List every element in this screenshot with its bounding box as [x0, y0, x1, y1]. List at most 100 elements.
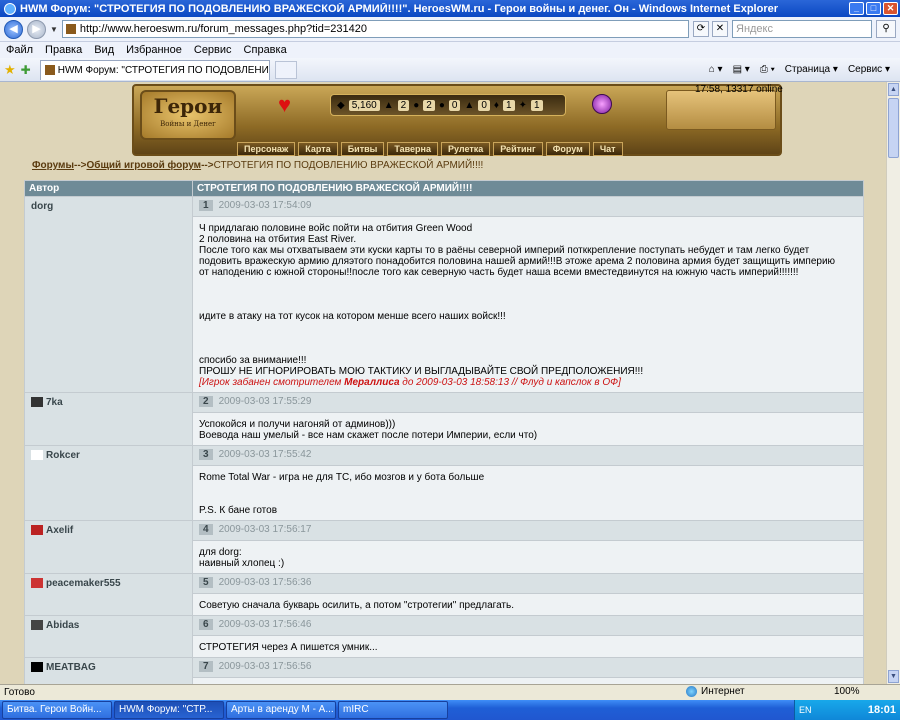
task-mirc[interactable]: mIRC: [338, 701, 448, 719]
security-zone: Интернет: [686, 686, 745, 697]
clan-icon[interactable]: [31, 662, 43, 673]
topic-column-header: СТРОТЕГИЯ ПО ПОДОВЛЕНИЮ ВРАЖЕСКОЙ АРМИЙ!…: [192, 180, 864, 197]
post-line: Советую сначала букварь осилить, а потом…: [199, 600, 514, 611]
forward-button[interactable]: ▶: [27, 19, 46, 39]
feeds-icon[interactable]: ▤ ▾: [733, 64, 750, 75]
post-author-name[interactable]: peacemaker555: [46, 578, 121, 589]
menu-favorites[interactable]: Избранное: [126, 44, 182, 56]
post-meta: 2 2009-03-03 17:55:29: [192, 392, 864, 413]
close-button[interactable]: ✕: [883, 2, 898, 15]
post-author-cell: MEATBAG: [24, 657, 193, 684]
task-forum[interactable]: HWM Форум: "СТР...: [114, 701, 224, 719]
post-number[interactable]: 5: [199, 577, 213, 588]
game-logo[interactable]: Герои Войны и Денег: [140, 90, 236, 140]
task-battle[interactable]: Битва. Герои Войн...: [2, 701, 112, 719]
post-number[interactable]: 1: [199, 200, 213, 211]
menu-help[interactable]: Справка: [244, 44, 287, 56]
post-number[interactable]: 6: [199, 619, 213, 630]
post-line: подовить вражескую армию дляэтого понадо…: [199, 256, 836, 267]
address-input[interactable]: http://www.heroeswm.ru/forum_messages.ph…: [61, 20, 689, 38]
scroll-thumb[interactable]: [888, 98, 899, 158]
breadcrumb: Форумы-->Общий игровой форум-->СТРОТЕГИЯ…: [32, 160, 483, 171]
nav-character[interactable]: Персонаж: [237, 142, 296, 156]
post-body: для dorg: наивный хлопец :): [192, 540, 864, 574]
post-author-cell: dorg: [24, 196, 193, 393]
page-menu[interactable]: Страница ▾: [785, 64, 838, 75]
maximize-button[interactable]: □: [866, 2, 881, 15]
history-dropdown-icon[interactable]: ▼: [50, 25, 58, 34]
language-indicator[interactable]: EN: [799, 705, 812, 715]
clan-icon[interactable]: [31, 578, 43, 589]
task-arts[interactable]: Арты в аренду М - А...: [226, 701, 336, 719]
breadcrumb-forums[interactable]: Форумы: [32, 160, 74, 171]
post-line: [199, 300, 857, 311]
tab-favicon: [44, 65, 55, 75]
resources-bar: ◆ 5,160 ▲ 2 ● 2 ● 0 ▲ 0 ♦ 1 ✦ 1: [330, 94, 566, 116]
post-author-name[interactable]: Axelif: [46, 525, 73, 536]
status-text: Готово: [4, 687, 35, 698]
post-line: СТРОТЕГИЯ через А пишется умник...: [199, 642, 378, 653]
minimize-button[interactable]: _: [849, 2, 864, 15]
search-input[interactable]: Яндекс: [732, 20, 872, 38]
post-author-name[interactable]: Rokcer: [46, 450, 80, 461]
clan-icon[interactable]: [31, 450, 43, 461]
stop-icon[interactable]: ✕: [712, 21, 728, 37]
post-line: [199, 289, 857, 300]
menu-view[interactable]: Вид: [94, 44, 114, 56]
post-author-name[interactable]: dorg: [31, 201, 53, 212]
post-number[interactable]: 2: [199, 396, 213, 407]
back-button[interactable]: ◀: [4, 19, 23, 39]
post-number[interactable]: 3: [199, 449, 213, 460]
post-number[interactable]: 7: [199, 661, 213, 672]
menu-edit[interactable]: Правка: [45, 44, 82, 56]
server-clock: 17:58, 13317 online: [695, 84, 783, 95]
post-line: наивный хлопец :): [199, 558, 285, 569]
site-favicon: [65, 24, 76, 34]
post-number[interactable]: 4: [199, 524, 213, 535]
new-tab-button[interactable]: [274, 60, 297, 79]
status-bar: Готово Интернет 100%: [0, 684, 900, 700]
nav-chat[interactable]: Чат: [592, 142, 623, 156]
add-favorite-icon[interactable]: ✚: [21, 63, 31, 77]
favorites-star-icon[interactable]: ★: [4, 62, 16, 78]
print-icon[interactable]: ⎙ ▾: [760, 64, 775, 75]
menu-tools[interactable]: Сервис: [194, 44, 232, 56]
clan-icon[interactable]: [31, 397, 43, 408]
nav-tavern[interactable]: Таверна: [387, 142, 438, 156]
nav-forum[interactable]: Форум: [545, 142, 590, 156]
post-body: Ч придлагаю половине войс пойти на отбит…: [192, 216, 864, 393]
logo-subtitle: Войны и Денег: [160, 120, 216, 128]
post-author-cell: Axelif: [24, 520, 193, 574]
post-line: Воевода наш умелый - все нам скажет посл…: [199, 430, 538, 441]
refresh-icon[interactable]: ⟳: [693, 21, 709, 37]
tools-menu[interactable]: Сервис ▾: [848, 64, 890, 75]
post-author-cell: Abidas: [24, 615, 193, 658]
scroll-up-icon[interactable]: ▲: [888, 83, 899, 96]
ban-moderator[interactable]: Мераллиса: [344, 377, 399, 388]
logo-title: Герои: [153, 94, 223, 118]
post-author-name[interactable]: MEATBAG: [46, 662, 96, 673]
breadcrumb-general-forum[interactable]: Общий игровой форум: [87, 160, 202, 171]
tab-forum[interactable]: HWM Форум: "СТРОТЕГИЯ ПО ПОДОВЛЕНИЮ ВРАЖ…: [39, 59, 270, 80]
post-meta: 3 2009-03-03 17:55:42: [192, 445, 864, 466]
nav-battles[interactable]: Битвы: [340, 142, 385, 156]
search-icon[interactable]: ⚲: [876, 20, 896, 38]
vertical-scrollbar[interactable]: ▲ ▼: [886, 82, 900, 684]
crystal-icon: ♦: [493, 99, 499, 111]
nav-roulette[interactable]: Рулетка: [440, 142, 491, 156]
zoom-level[interactable]: 100%: [834, 686, 860, 697]
clan-icon[interactable]: [31, 620, 43, 631]
post-author-name[interactable]: Abidas: [46, 620, 79, 631]
post-body: Rome Total War - игра не для ТС, ибо моз…: [192, 465, 864, 521]
scroll-down-icon[interactable]: ▼: [888, 670, 899, 683]
menu-file[interactable]: Файл: [6, 44, 33, 56]
castle-image: [666, 90, 776, 130]
clan-icon[interactable]: [31, 525, 43, 536]
post-line: [199, 344, 857, 355]
taskbar: Битва. Герои Войн... HWM Форум: "СТР... …: [0, 700, 900, 720]
nav-rating[interactable]: Рейтинг: [493, 142, 543, 156]
nav-map[interactable]: Карта: [298, 142, 338, 156]
post-author-name[interactable]: 7ka: [46, 397, 63, 408]
home-icon[interactable]: ⌂ ▾: [709, 64, 723, 75]
post-meta: 6 2009-03-03 17:56:46: [192, 615, 864, 636]
